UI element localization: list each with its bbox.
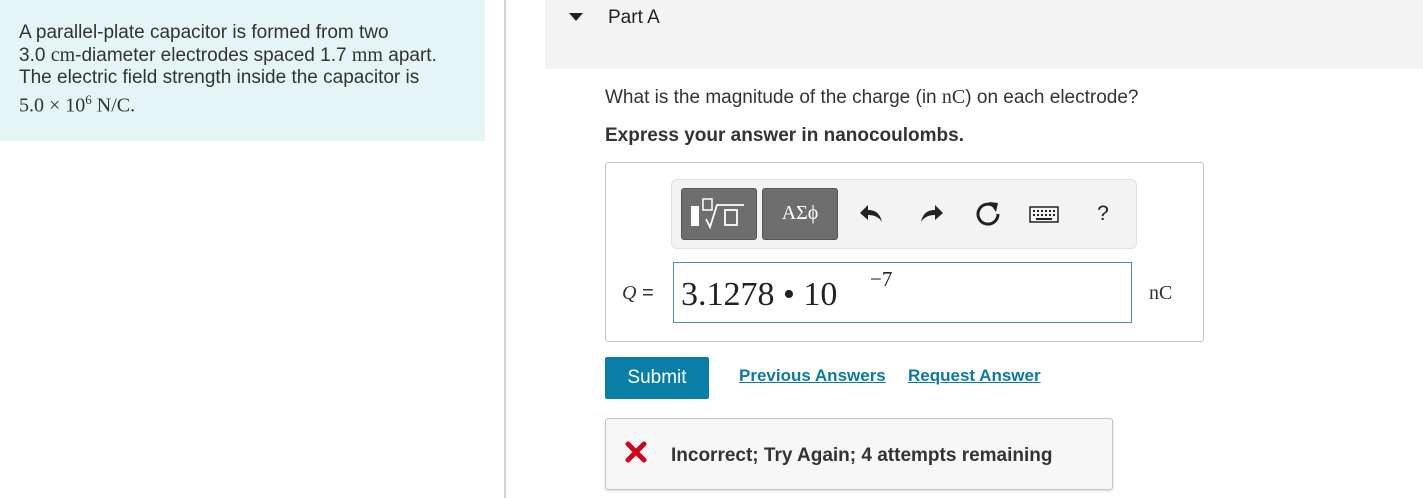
collapse-caret-icon[interactable] [569,13,583,21]
reset-icon[interactable] [970,196,1006,232]
symbols-button[interactable]: ΑΣϕ [762,188,838,240]
symbols-icon: ΑΣϕ [781,202,819,224]
answer-unit: nC [1149,282,1173,304]
previous-answers-link[interactable]: Previous Answers [739,366,886,386]
answer-variable-label: Q = [622,282,654,304]
feedback-box: Incorrect; Try Again; 4 attempts remaini… [605,418,1113,490]
question-text: What is the magnitude of the charge (in … [605,86,1139,108]
panel-divider [504,0,506,498]
problem-line-1: A parallel-plate capacitor is formed fro… [19,22,389,43]
undo-icon[interactable] [855,196,891,232]
problem-line-2: 3.0 cm-diameter electrodes spaced 1.7 mm… [19,44,437,66]
answer-value: 3.1278 • 10 [681,276,838,313]
problem-statement: A parallel-plate capacitor is formed fro… [0,0,485,141]
x-icon [625,441,647,463]
problem-line-4: 5.0 × 106 N/C. [19,92,136,117]
answer-input[interactable]: 3.1278 • 10 −7 [673,262,1132,323]
redo-icon[interactable] [912,196,948,232]
instruction-text: Express your answer in nanocoulombs. [605,125,964,146]
help-icon[interactable]: ? [1085,196,1121,232]
feedback-text: Incorrect; Try Again; 4 attempts remaini… [671,445,1053,466]
templates-icon [691,198,744,230]
keyboard-icon[interactable] [1026,196,1062,232]
part-header[interactable] [545,0,1423,69]
part-title[interactable]: Part A [608,7,660,29]
problem-line-3: The electric field strength inside the c… [19,67,420,88]
templates-button[interactable] [681,188,757,240]
submit-button[interactable]: Submit [605,357,709,399]
answer-exponent: −7 [870,267,893,291]
request-answer-link[interactable]: Request Answer [908,366,1041,386]
